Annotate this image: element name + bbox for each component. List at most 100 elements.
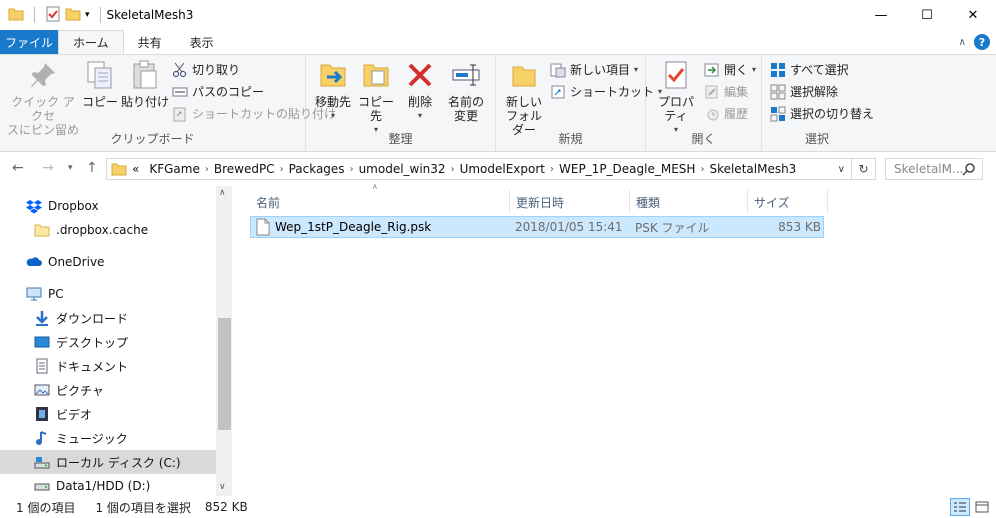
delete-icon [408,63,432,87]
breadcrumb-separator[interactable]: › [280,164,284,175]
large-icons-view-button[interactable] [972,498,992,516]
nav-item-desktop[interactable]: デスクトップ [0,330,216,354]
breadcrumb-overflow[interactable]: « [132,162,139,176]
organize-group-label: 整理 [388,132,413,146]
delete-button[interactable]: 削除 ▾ [404,59,436,123]
search-input[interactable]: SkeletalM... [885,158,983,180]
refresh-icon: ↻ [858,162,869,176]
open-button[interactable]: 開く ▾ [704,61,756,78]
quick-access-toolbar: ▾ [0,6,107,25]
scroll-down-icon[interactable]: ∨ [219,482,226,492]
paste-button[interactable]: 貼り付け [120,59,170,109]
history-icon [707,109,719,120]
breadcrumb-kfgame[interactable]: KFGame [149,162,200,176]
nav-item-pc[interactable]: PC [0,282,216,306]
properties-label: プロパティ [657,95,694,123]
desktop-icon [34,336,50,348]
tab-view[interactable]: 表示 [176,30,228,54]
shortcut-label: ショートカット [570,85,655,99]
new-folder-button[interactable]: 新しい フォルダー [502,59,546,137]
breadcrumb-separator[interactable]: › [700,164,704,175]
new-folder-icon[interactable] [65,6,81,25]
select-none-button[interactable]: 選択解除 [770,83,838,100]
breadcrumb-brewedpc[interactable]: BrewedPC [214,162,275,176]
nav-scrollbar[interactable]: ∧ ∨ [216,186,233,496]
breadcrumb-packages[interactable]: Packages [289,162,345,176]
new-item-button[interactable]: 新しい項目 ▾ [550,61,638,78]
pictures-icon [34,384,50,396]
nav-item-documents[interactable]: ドキュメント [0,354,216,378]
chevron-up-icon[interactable]: ∧ [959,37,966,48]
table-row[interactable]: Wep_1stP_Deagle_Rig.psk 2018/01/05 15:41… [250,216,824,238]
nav-label: ダウンロード [56,311,129,326]
invert-selection-button[interactable]: 選択の切り替え [770,105,874,122]
nav-item-data1-hdd-d[interactable]: Data1/HDD (D:) [0,474,216,498]
details-view-button[interactable] [950,498,970,516]
scroll-up-icon[interactable]: ∧ [219,188,226,198]
nav-item-onedrive[interactable]: OneDrive [0,250,216,274]
copy-to-button[interactable]: コピー先 ▾ [356,59,396,137]
tab-home[interactable]: ホーム [58,30,124,54]
breadcrumb-separator[interactable]: › [205,164,209,175]
breadcrumb-separator[interactable]: › [550,164,554,175]
pin-quick-access-button[interactable]: クイック アクセ スにピン留め [6,59,80,137]
column-header-size[interactable]: サイズ [748,190,828,214]
chevron-down-icon: ▾ [417,111,422,120]
forward-arrow-icon[interactable]: → [42,160,54,176]
nav-item-dropbox[interactable]: Dropbox [0,194,216,218]
select-all-button[interactable]: すべて選択 [770,61,849,78]
help-icon[interactable]: ? [974,34,990,50]
edit-button[interactable]: 編集 [704,83,748,100]
breadcrumb-separator[interactable]: › [451,164,455,175]
nav-item-local-disk-c[interactable]: ローカル ディスク (C:) [0,450,216,474]
rename-button[interactable]: 名前の 変更 [446,59,486,123]
copy-path-label: パスのコピー [192,85,265,99]
nav-item-dropbox-cache[interactable]: .dropbox.cache [0,218,216,242]
up-arrow-icon[interactable]: ↑ [86,160,98,176]
history-button[interactable]: 履歴 [704,105,748,122]
chevron-down-icon: ▾ [330,111,335,120]
back-arrow-icon[interactable]: ← [12,160,24,176]
copy-button[interactable]: コピー [82,59,118,109]
column-header-name[interactable]: 名前 [250,190,510,214]
edit-label: 編集 [724,85,749,99]
tab-file[interactable]: ファイル [0,30,58,54]
properties-icon[interactable] [45,6,61,25]
nav-item-downloads[interactable]: ダウンロード [0,306,216,330]
search-icon [962,163,975,176]
close-button[interactable]: ✕ [950,0,996,30]
column-header-modified[interactable]: 更新日時 [510,190,630,214]
breadcrumb-separator[interactable]: › [350,164,354,175]
breadcrumb-umodel-win32[interactable]: umodel_win32 [359,162,446,176]
chevron-down-icon[interactable]: ∨ [838,164,845,175]
scrollbar-thumb[interactable] [218,318,231,430]
drive-icon [34,457,50,469]
recent-locations-icon[interactable]: ▾ [68,163,73,173]
cut-button[interactable]: 切り取り [172,61,240,78]
nav-label: ドキュメント [56,359,129,374]
properties-icon [665,61,687,89]
tab-share[interactable]: 共有 [124,30,176,54]
refresh-button[interactable]: ↻ [852,158,876,180]
breadcrumb-wep-1p-deagle-mesh[interactable]: WEP_1P_Deagle_MESH [559,162,695,176]
nav-item-pictures[interactable]: ピクチャ [0,378,216,402]
nav-label: PC [48,287,64,301]
nav-item-videos[interactable]: ビデオ [0,402,216,426]
organize-group: 移動先 ▾ コピー先 ▾ 削除 ▾ 名前の 変更 整理 [306,55,496,151]
column-header-type[interactable]: 種類 [630,190,748,214]
title-bar: ▾ SkeletalMesh3 — ☐ ✕ [0,0,996,30]
address-bar[interactable]: « KFGame › BrewedPC › Packages › umodel_… [106,158,852,180]
minimize-button[interactable]: — [858,0,904,30]
breadcrumb-skeletalmesh3[interactable]: SkeletalMesh3 [709,162,796,176]
nav-item-music[interactable]: ミュージック [0,426,216,450]
new-folder-icon [512,66,536,87]
paste-shortcut-icon [173,107,186,121]
history-label: 履歴 [724,107,749,121]
copy-path-button[interactable]: パスのコピー [172,83,264,100]
move-to-button[interactable]: 移動先 ▾ [312,59,354,123]
customize-qat-icon[interactable]: ▾ [85,10,90,20]
breadcrumb-umodelexport[interactable]: UmodelExport [460,162,545,176]
maximize-button[interactable]: ☐ [904,0,950,30]
nav-label: デスクトップ [56,335,129,350]
properties-button[interactable]: プロパティ ▾ [652,59,700,137]
